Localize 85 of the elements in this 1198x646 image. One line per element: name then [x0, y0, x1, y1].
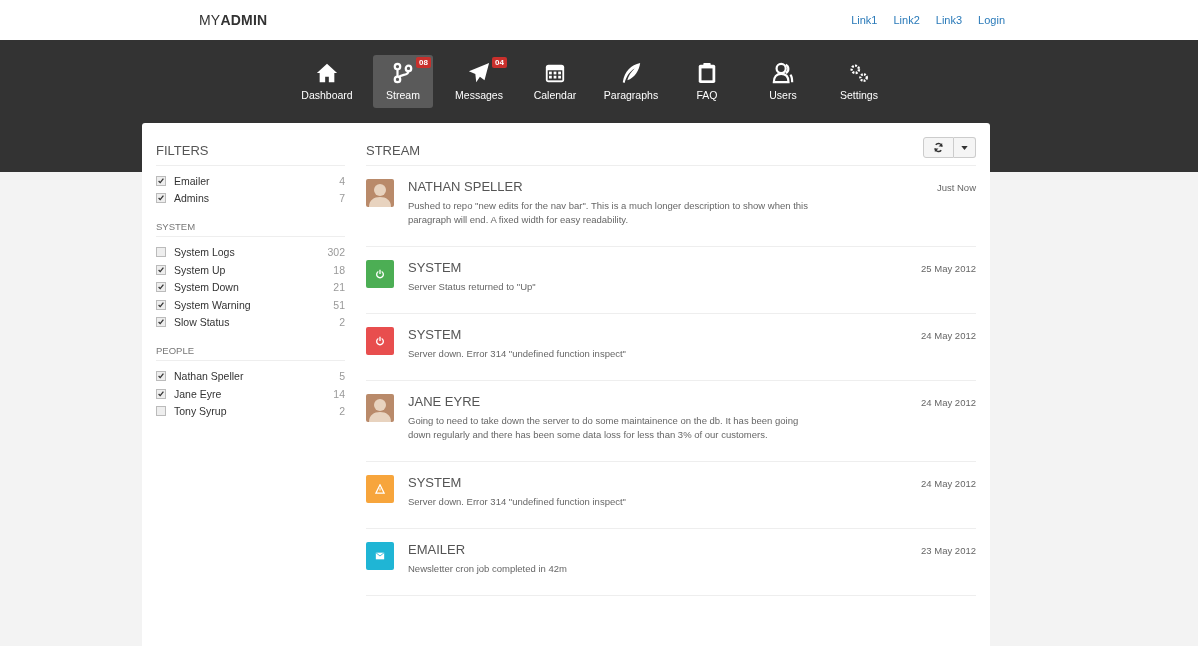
- entry-title: SYSTEM: [408, 260, 462, 275]
- nav-tab[interactable]: FAQ: [677, 55, 737, 108]
- entry-time: 24 May 2012: [921, 478, 976, 489]
- warning-icon: [375, 484, 385, 494]
- filter-label[interactable]: Admins: [174, 192, 340, 205]
- filter-count: 5: [339, 369, 345, 382]
- nav-tab[interactable]: Dashboard: [297, 55, 357, 108]
- checkbox[interactable]: [156, 193, 166, 204]
- nav-tab[interactable]: Messages 04: [449, 55, 509, 108]
- filter-label[interactable]: Jane Eyre: [174, 387, 334, 400]
- filter-count: 21: [333, 281, 345, 294]
- branch-icon: [392, 62, 414, 84]
- nav-link[interactable]: Login: [978, 14, 1005, 26]
- filter-label[interactable]: Emailer: [174, 174, 340, 187]
- count-badge: 04: [492, 57, 507, 68]
- checkbox[interactable]: [156, 406, 166, 417]
- users-icon: [772, 62, 794, 84]
- filter-count: 2: [339, 405, 345, 418]
- nav-link[interactable]: Link2: [893, 14, 920, 26]
- nav-tab[interactable]: Calendar: [525, 55, 585, 108]
- filter-label[interactable]: Tony Syrup: [174, 405, 340, 418]
- power-icon: [375, 336, 385, 346]
- envelope-icon: [375, 551, 385, 561]
- avatar: [366, 179, 394, 207]
- filter-count: 2: [339, 316, 345, 329]
- power-icon: [375, 269, 385, 279]
- nav-tab[interactable]: Users: [753, 55, 813, 108]
- section-title: STREAM: [366, 142, 421, 160]
- entry-time: 24 May 2012: [921, 397, 976, 408]
- filter-count: 7: [339, 192, 345, 205]
- entry-time: Just Now: [936, 182, 976, 193]
- filter-label[interactable]: System Down: [174, 281, 334, 294]
- filter-label[interactable]: Nathan Speller: [174, 369, 340, 382]
- checkbox[interactable]: [156, 175, 166, 186]
- entry-text: Pushed to repo "new edits for the nav bar". This is a much longer description to show when this paragraph will end. A fixed width for easy readability.: [408, 199, 809, 227]
- entry-title: SYSTEM: [408, 475, 462, 490]
- checkbox[interactable]: [156, 299, 166, 310]
- clipboard-icon: [696, 62, 718, 84]
- count-badge: 08: [416, 57, 431, 68]
- filter-count: 302: [327, 246, 345, 258]
- avatar: [366, 394, 394, 422]
- home-icon: [316, 62, 338, 84]
- entry-title: NATHAN SPELLER: [408, 179, 523, 194]
- dropdown-button[interactable]: [954, 137, 976, 158]
- group-heading: PEOPLE: [156, 345, 345, 362]
- filter-label[interactable]: Slow Status: [174, 316, 340, 329]
- nav-tab[interactable]: Settings: [829, 55, 889, 108]
- section-title: FILTERS: [156, 137, 345, 166]
- filter-count: 18: [333, 263, 345, 276]
- checkbox[interactable]: [156, 370, 166, 381]
- entry-text: Server down. Error 314 "undefined function inspect": [408, 495, 627, 509]
- gears-icon: [848, 62, 870, 84]
- nav-tab[interactable]: Stream 08: [373, 55, 433, 108]
- checkbox[interactable]: [156, 317, 166, 328]
- caret-icon: [961, 145, 968, 150]
- filter-label[interactable]: System Up: [174, 263, 334, 276]
- entry-text: Going to need to take down the server to do some maintainence on the db. It has been going down regularly and there has been some data loss for less than 3% of our customers.: [408, 414, 800, 442]
- nav-link[interactable]: Link1: [851, 14, 878, 26]
- nav-tab[interactable]: Paragraphs: [601, 55, 661, 108]
- feather-icon: [620, 62, 642, 84]
- paper-plane-icon: [468, 62, 490, 84]
- entry-title: SYSTEM: [408, 327, 462, 342]
- entry-text: Server down. Error 314 "undefined function inspect": [408, 347, 627, 361]
- entry-text: Server Status returned to "Up": [408, 280, 537, 294]
- entry-time: 25 May 2012: [921, 263, 976, 274]
- group-heading: SYSTEM: [156, 221, 345, 238]
- refresh-icon: [933, 142, 944, 153]
- filter-label[interactable]: System Warning: [174, 298, 334, 311]
- entry-time: 23 May 2012: [921, 545, 976, 556]
- filter-count: 14: [333, 387, 345, 400]
- entry-title: JANE EYRE: [408, 394, 481, 409]
- entry-time: 24 May 2012: [921, 330, 976, 341]
- checkbox[interactable]: [156, 282, 166, 293]
- checkbox[interactable]: [156, 264, 166, 275]
- entry-title: EMAILER: [408, 542, 466, 557]
- entry-text: Newsletter cron job completed in 42m: [408, 562, 568, 576]
- filter-label[interactable]: System Logs: [174, 246, 328, 258]
- checkbox[interactable]: [156, 388, 166, 399]
- brand-logo[interactable]: MYADMIN: [199, 12, 268, 28]
- nav-link[interactable]: Link3: [935, 14, 963, 26]
- refresh-button[interactable]: [923, 137, 954, 158]
- checkbox[interactable]: [156, 247, 166, 257]
- filter-count: 4: [339, 174, 345, 187]
- filter-count: 51: [333, 298, 345, 311]
- calendar-icon: [544, 62, 566, 84]
